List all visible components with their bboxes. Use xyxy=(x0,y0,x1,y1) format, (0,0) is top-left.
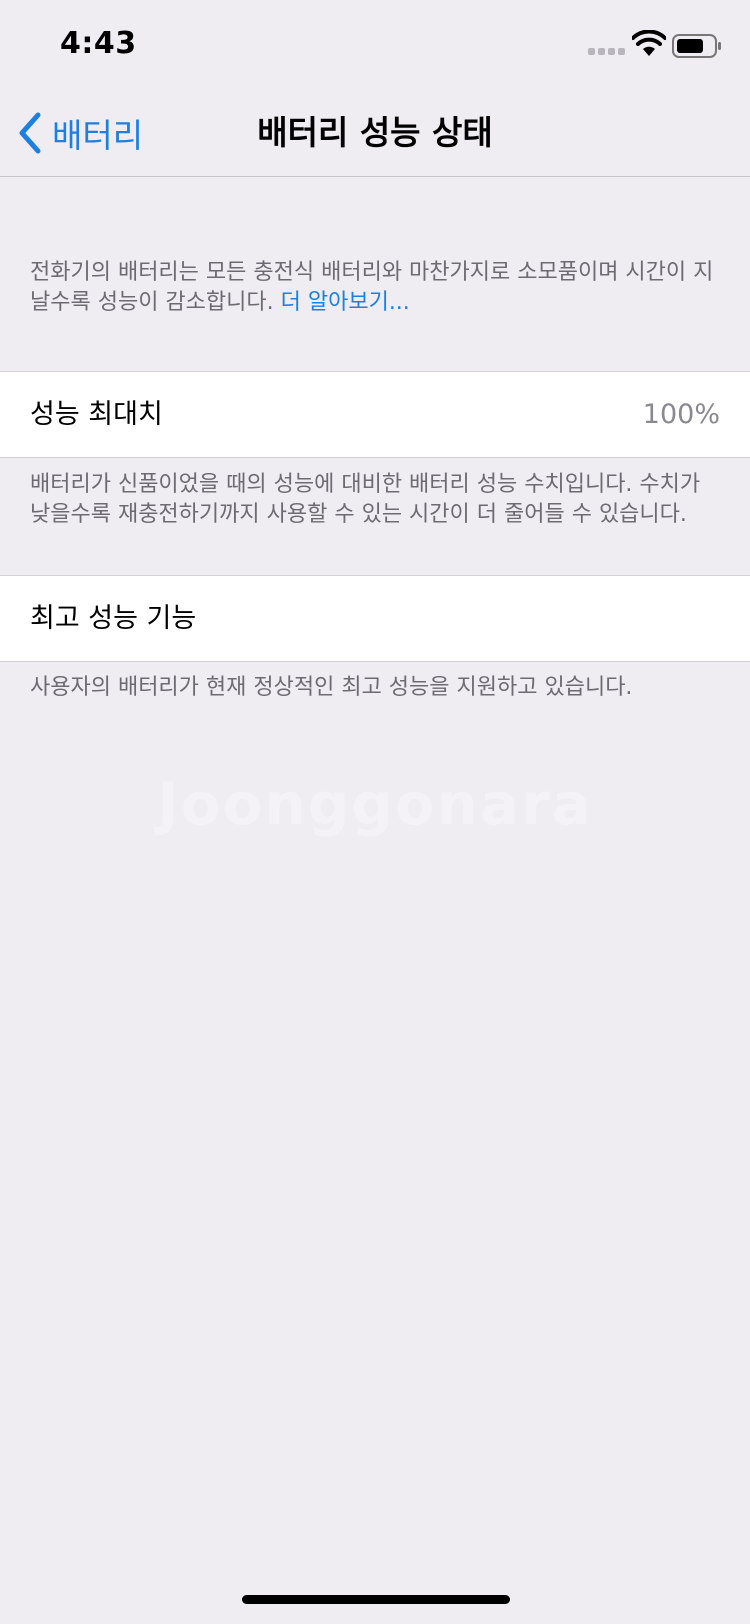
status-time: 4:43 xyxy=(60,26,137,61)
peak-performance-row: 최고 성능 기능 xyxy=(0,575,750,662)
home-indicator[interactable] xyxy=(242,1595,510,1604)
wifi-icon xyxy=(632,30,666,56)
navigation-bar: 배터리 배터리 성능 상태 xyxy=(0,90,750,177)
peak-performance-footnote: 사용자의 배터리가 현재 정상적인 최고 성능을 지원하고 있습니다. xyxy=(30,675,633,700)
status-bar: 4:43 xyxy=(0,0,750,90)
maximum-capacity-value: 100% xyxy=(642,399,720,430)
maximum-capacity-label: 성능 최대치 xyxy=(30,399,163,430)
watermark: Joonggonara xyxy=(157,770,593,838)
maximum-capacity-row: 성능 최대치 100% xyxy=(0,371,750,458)
battery-health-screen: 4:43 배터리 배터리 성능 상태 전화기의 배터리는 모든 충전식 배터리와… xyxy=(0,0,750,1624)
intro-text-block: 전화기의 배터리는 모든 충전식 배터리와 마찬가지로 소모품이며 시간이 지날… xyxy=(30,258,720,318)
maximum-capacity-footnote: 배터리가 신품이었을 때의 성능에 대비한 배터리 성능 수치입니다. 수치가 … xyxy=(30,472,701,527)
page-title: 배터리 성능 상태 xyxy=(257,113,493,152)
peak-performance-label: 최고 성능 기능 xyxy=(30,603,197,634)
battery-icon xyxy=(672,34,721,58)
cellular-signal-icon xyxy=(588,48,625,55)
learn-more-link[interactable]: 더 알아보기... xyxy=(281,290,410,315)
